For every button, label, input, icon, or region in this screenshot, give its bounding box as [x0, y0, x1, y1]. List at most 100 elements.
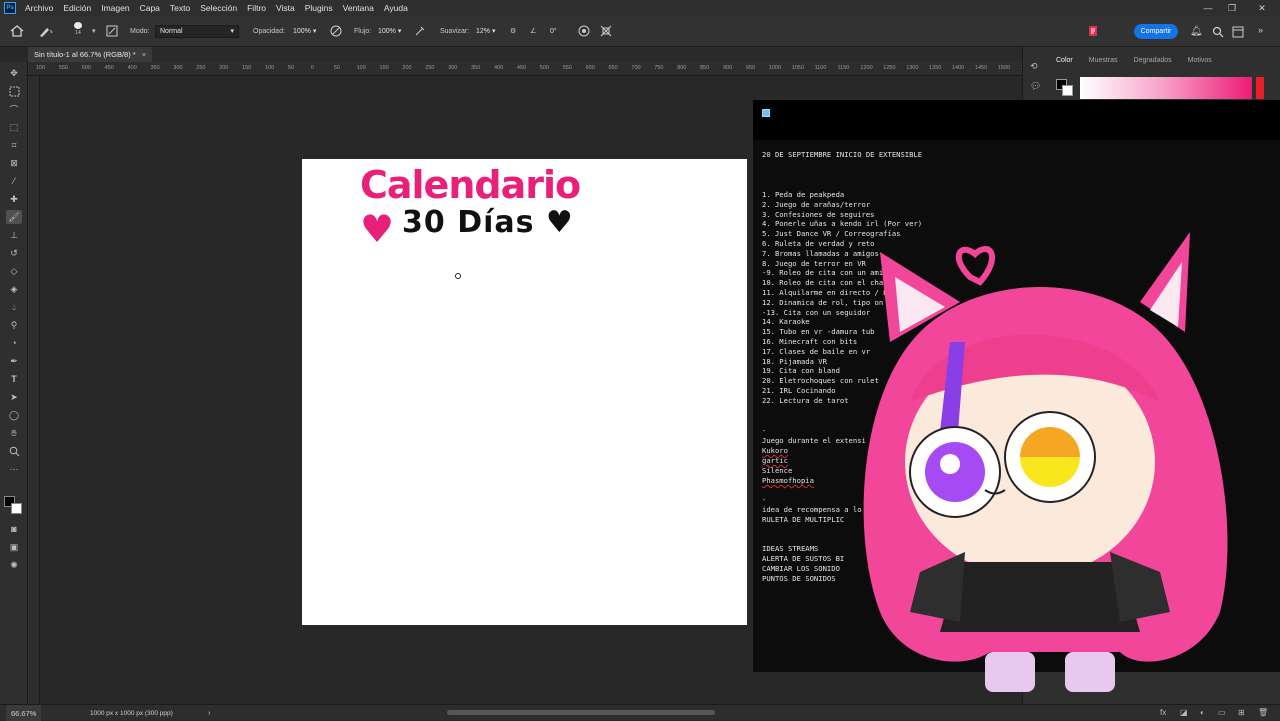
ruler-tick-label: 550	[562, 65, 572, 71]
opacity-field[interactable]: 100% ▾	[289, 24, 321, 38]
ruler-tick-label: 350	[471, 65, 481, 71]
history-panel-icon[interactable]: ⟲	[1030, 61, 1038, 72]
brush-tool-preset-icon[interactable]	[38, 24, 54, 38]
blur-tool-icon[interactable]: 💧︎	[6, 300, 22, 314]
paint-bucket-tool-icon[interactable]: ◈	[6, 282, 22, 296]
document-tab-bar: Sin título-1 al 66.7% (RGB/8) * ×	[28, 47, 1022, 62]
restore-icon[interactable]: ❐	[1220, 0, 1244, 16]
tab-degradados[interactable]: Degradados	[1126, 53, 1180, 67]
cloud-docs-icon[interactable]	[1088, 24, 1098, 38]
tab-muestras[interactable]: Muestras	[1081, 53, 1126, 67]
frame-tool-icon[interactable]: ⊠	[6, 156, 22, 170]
document-tab[interactable]: Sin título-1 al 66.7% (RGB/8) * ×	[28, 47, 153, 62]
menu-capa[interactable]: Capa	[135, 3, 165, 13]
menu-plugins[interactable]: Plugins	[300, 3, 338, 13]
marquee-tool-icon[interactable]	[6, 84, 22, 98]
menu-seleccion[interactable]: Selección	[195, 3, 242, 13]
group-folder-icon[interactable]: ▭	[1218, 708, 1226, 717]
ruler-tick-label: 700	[631, 65, 641, 71]
angle-field[interactable]: 0°	[546, 24, 570, 38]
background-color-swatch[interactable]	[11, 503, 22, 514]
stream-item: PUNTOS DE SONIDOS	[762, 574, 836, 583]
close-window-icon[interactable]: ✕	[1250, 0, 1274, 16]
eyedropper-tool-icon[interactable]: ⁄	[6, 174, 22, 188]
menu-texto[interactable]: Texto	[165, 3, 195, 13]
document-tab-title: Sin título-1 al 66.7% (RGB/8) *	[34, 50, 136, 59]
mode-select[interactable]: Normal ▾	[155, 24, 239, 38]
chevron-down-icon[interactable]: ▾	[92, 24, 96, 38]
object-select-tool-icon[interactable]: ⬚	[6, 120, 22, 134]
menu-ventana[interactable]: Ventana	[338, 3, 379, 13]
layer-fx-icon[interactable]: fx	[1160, 708, 1166, 717]
menu-archivo[interactable]: Archivo	[20, 3, 58, 13]
pressure-size-icon[interactable]	[578, 24, 590, 38]
flow-field[interactable]: 100% ▾	[374, 24, 408, 38]
share-button[interactable]: Compartir	[1134, 24, 1178, 39]
ruler-tick-label: 1150	[837, 65, 850, 71]
type-tool-icon[interactable]: T	[6, 372, 22, 386]
menu-filtro[interactable]: Filtro	[242, 3, 271, 13]
smoothing-options-gear-icon[interactable]: ⚙	[510, 24, 516, 38]
path-selection-tool-icon[interactable]: ➤	[6, 390, 22, 404]
notes-list-item: 22. Lectura de tarot	[762, 395, 849, 405]
clone-stamp-tool-icon[interactable]: ⊥	[6, 228, 22, 242]
hand-tool-icon[interactable]: ✋︎	[6, 426, 22, 440]
eraser-tool-icon[interactable]: ◇	[6, 264, 22, 278]
zoom-level[interactable]: 66.67%	[6, 705, 42, 721]
generative-icon[interactable]: ✺	[6, 558, 22, 572]
smooth-label: Suavizar:	[440, 27, 470, 35]
hue-slider[interactable]	[1256, 77, 1264, 99]
crop-tool-icon[interactable]: ⌗	[6, 138, 22, 152]
quick-mask-icon[interactable]: ◙	[6, 522, 22, 536]
dodge-tool-icon[interactable]: ⚲	[6, 318, 22, 332]
home-icon[interactable]	[10, 24, 24, 38]
menu-ayuda[interactable]: Ayuda	[379, 3, 413, 13]
color-field[interactable]	[1080, 77, 1252, 99]
minimize-icon[interactable]: —	[1196, 0, 1220, 16]
airbrush-icon[interactable]	[414, 24, 426, 38]
ellipse-tool-icon[interactable]: ◯	[6, 408, 22, 422]
layer-mask-icon[interactable]: ◪	[1180, 708, 1188, 717]
angle-value: 0°	[550, 27, 557, 35]
lasso-tool-icon[interactable]: ⌒	[6, 102, 22, 116]
new-layer-icon[interactable]: ⊞	[1238, 708, 1245, 717]
trash-icon[interactable]: 🗑︎	[1258, 708, 1268, 717]
more-tools-icon[interactable]: ···	[6, 462, 22, 476]
brush-size-picker[interactable]: 14	[74, 22, 82, 36]
document-canvas[interactable]: Calendario ♥ 30 Días ♥	[302, 159, 747, 625]
ruler-tick-label: 300	[173, 65, 183, 71]
pen-tool-icon[interactable]: ✒	[6, 354, 22, 368]
game-item: gartic	[762, 456, 788, 465]
move-tool-icon[interactable]: ✥	[6, 66, 22, 80]
tab-motivos[interactable]: Motivos	[1180, 53, 1220, 67]
close-tab-icon[interactable]: ×	[142, 50, 146, 59]
status-arrow-icon[interactable]: ›	[208, 708, 211, 717]
menu-vista[interactable]: Vista	[271, 3, 300, 13]
comments-panel-icon[interactable]: 💬︎	[1030, 81, 1041, 92]
photoshop-logo-icon[interactable]: Ps	[4, 2, 16, 14]
adjustment-layer-icon[interactable]: ◐	[1200, 708, 1205, 717]
workspace-icon[interactable]	[1232, 25, 1244, 43]
brush-tool-icon[interactable]: 🖌︎	[6, 210, 22, 224]
panel-background-swatch[interactable]	[1062, 85, 1073, 96]
search-icon[interactable]	[1212, 25, 1224, 43]
menu-imagen[interactable]: Imagen	[96, 3, 134, 13]
brush-settings-icon[interactable]	[106, 24, 118, 38]
tab-color[interactable]: Color	[1048, 53, 1081, 67]
zoom-tool-icon[interactable]	[6, 444, 22, 458]
chevron-right-icon[interactable]: »	[1258, 25, 1263, 35]
horizontal-scrollbar[interactable]	[447, 710, 715, 715]
healing-brush-tool-icon[interactable]: ✚	[6, 192, 22, 206]
history-brush-tool-icon[interactable]: ↺	[6, 246, 22, 260]
smooth-field[interactable]: 12% ▾	[472, 24, 504, 38]
pressure-opacity-icon[interactable]	[330, 24, 342, 38]
screen-mode-icon[interactable]: ▣	[6, 540, 22, 554]
ruler-tick-label: 150	[242, 65, 252, 71]
horizontal-ruler: 100 550 500 450 400 350 300 250 200 150 100 50 0 50 10…	[28, 62, 1033, 76]
ruler-tick-label: 500	[539, 65, 549, 71]
symmetry-icon[interactable]	[600, 24, 612, 38]
notifications-icon[interactable]: 🔔︎	[1190, 26, 1203, 37]
menu-edicion[interactable]: Edición	[58, 3, 96, 13]
burn-tool-icon[interactable]: ◔	[6, 336, 22, 350]
notes-dash: -	[762, 495, 767, 504]
